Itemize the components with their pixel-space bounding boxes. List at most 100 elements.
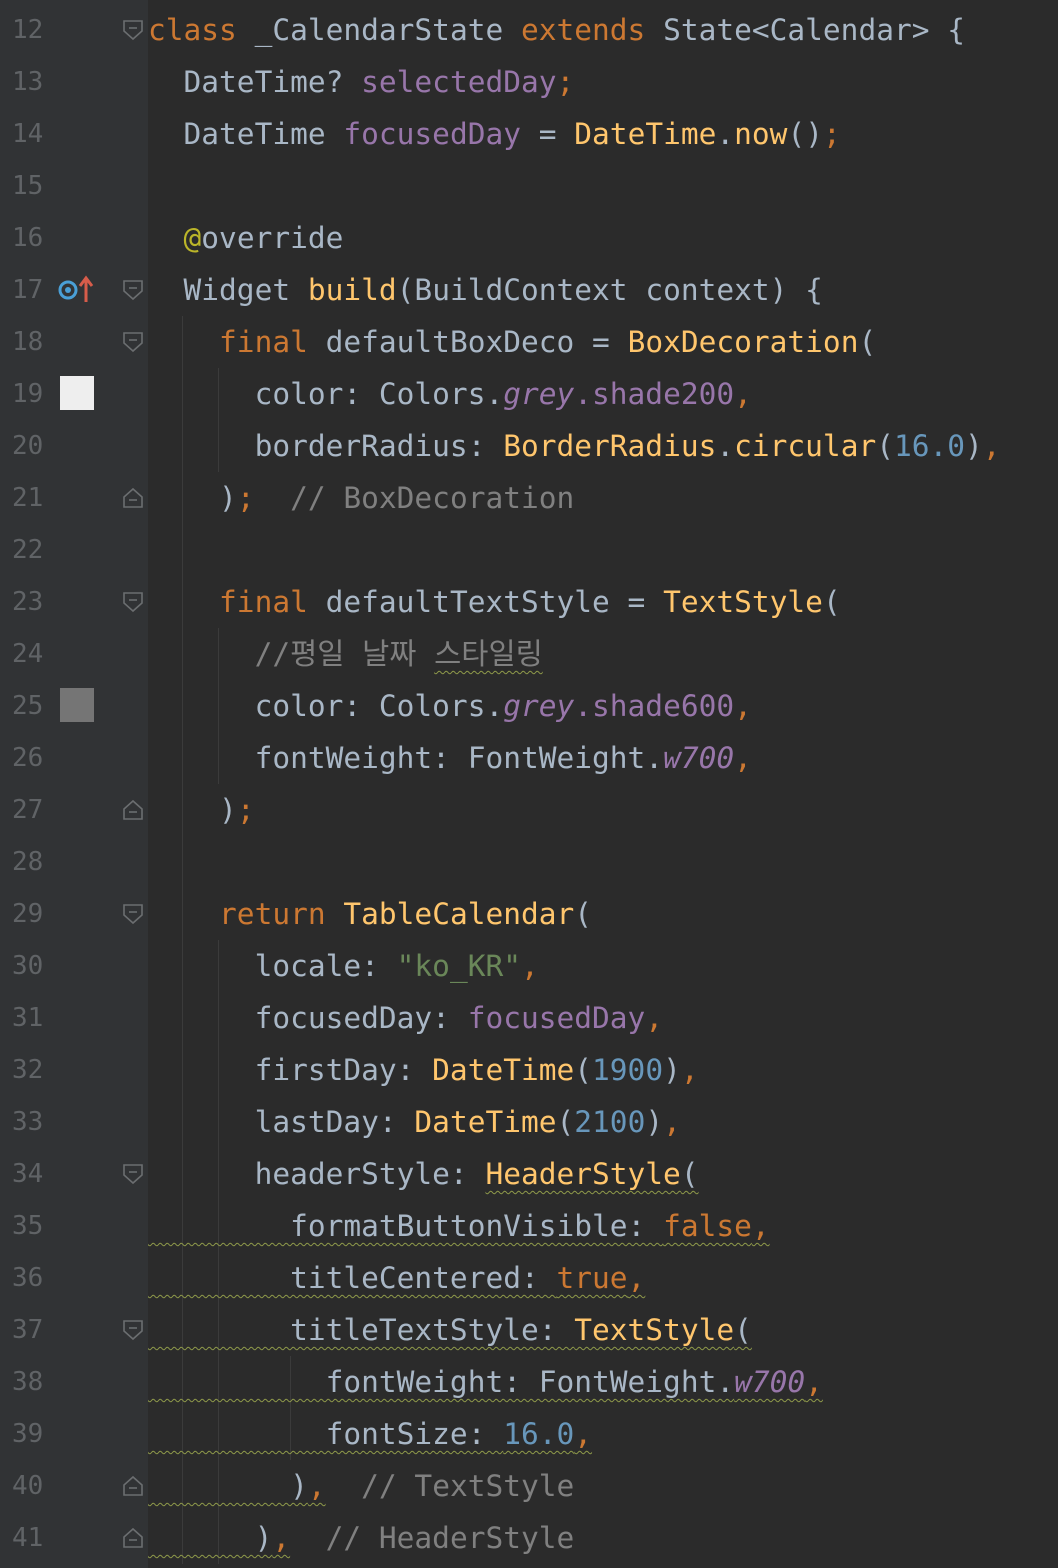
code-line[interactable]: 28 — [0, 836, 1058, 888]
code-line[interactable]: 29 return TableCalendar( — [0, 888, 1058, 940]
code-line[interactable]: 16 @override — [0, 212, 1058, 264]
code-line[interactable]: 32 firstDay: DateTime(1900), — [0, 1044, 1058, 1096]
code-line[interactable]: 17 Widget build(BuildContext context) { — [0, 264, 1058, 316]
code-line[interactable]: 14 DateTime focusedDay = DateTime.now(); — [0, 108, 1058, 160]
code-line[interactable]: 22 — [0, 524, 1058, 576]
fold-end-icon[interactable] — [122, 799, 144, 821]
fold-collapse-icon[interactable] — [122, 903, 144, 925]
line-number[interactable]: 24 — [12, 636, 52, 672]
line-number[interactable]: 18 — [12, 324, 52, 360]
code-line[interactable]: 41 ), // HeaderStyle — [0, 1512, 1058, 1564]
line-number[interactable]: 23 — [12, 584, 52, 620]
code-text[interactable]: titleTextStyle: TextStyle( — [148, 1311, 752, 1349]
code-text[interactable]: return TableCalendar( — [148, 895, 592, 933]
code-text[interactable]: locale: "ko_KR", — [148, 947, 539, 985]
fold-collapse-icon[interactable] — [122, 1319, 144, 1341]
code-text[interactable]: Widget build(BuildContext context) { — [148, 271, 823, 309]
code-line[interactable]: 31 focusedDay: focusedDay, — [0, 992, 1058, 1044]
code-text[interactable]: fontSize: 16.0, — [148, 1415, 592, 1453]
code-text[interactable]: fontWeight: FontWeight.w700, — [148, 1363, 823, 1401]
override-method-icon[interactable] — [56, 274, 96, 306]
code-line[interactable]: 35 formatButtonVisible: false, — [0, 1200, 1058, 1252]
line-number[interactable]: 31 — [12, 1000, 52, 1036]
code-text[interactable]: color: Colors.grey.shade200, — [148, 375, 752, 413]
code-text[interactable]: ), // HeaderStyle — [148, 1519, 575, 1557]
line-number[interactable]: 17 — [12, 272, 52, 308]
fold-collapse-icon[interactable] — [122, 279, 144, 301]
line-number[interactable]: 39 — [12, 1416, 52, 1452]
line-number[interactable]: 15 — [12, 168, 52, 204]
code-line[interactable]: 23 final defaultTextStyle = TextStyle( — [0, 576, 1058, 628]
line-number[interactable]: 41 — [12, 1520, 52, 1556]
code-line[interactable]: 34 headerStyle: HeaderStyle( — [0, 1148, 1058, 1200]
line-number[interactable]: 26 — [12, 740, 52, 776]
code-text[interactable]: @override — [148, 219, 344, 257]
code-line[interactable]: 18 final defaultBoxDeco = BoxDecoration( — [0, 316, 1058, 368]
code-line[interactable]: 40 ), // TextStyle — [0, 1460, 1058, 1512]
code-line[interactable]: 38 fontWeight: FontWeight.w700, — [0, 1356, 1058, 1408]
line-number[interactable]: 35 — [12, 1208, 52, 1244]
code-line[interactable]: 30 locale: "ko_KR", — [0, 940, 1058, 992]
code-line[interactable]: 19 color: Colors.grey.shade200, — [0, 368, 1058, 420]
code-text[interactable]: borderRadius: BorderRadius.circular(16.0… — [148, 427, 1001, 465]
line-number[interactable]: 33 — [12, 1104, 52, 1140]
code-line[interactable]: 33 lastDay: DateTime(2100), — [0, 1096, 1058, 1148]
line-number[interactable]: 32 — [12, 1052, 52, 1088]
code-text[interactable]: formatButtonVisible: false, — [148, 1207, 770, 1245]
line-number[interactable]: 29 — [12, 896, 52, 932]
line-number[interactable]: 21 — [12, 480, 52, 516]
grey-shade200-swatch[interactable] — [60, 376, 94, 410]
code-text[interactable]: ); // BoxDecoration — [148, 479, 574, 517]
line-number[interactable]: 22 — [12, 532, 52, 568]
code-line[interactable]: 21 ); // BoxDecoration — [0, 472, 1058, 524]
code-line[interactable]: 27 ); — [0, 784, 1058, 836]
code-text[interactable]: //평일 날짜 스타일링 — [148, 635, 543, 673]
code-editor[interactable]: 12 class _CalendarState extends State<Cal… — [0, 0, 1058, 1568]
code-line[interactable]: 39 fontSize: 16.0, — [0, 1408, 1058, 1460]
fold-end-icon[interactable] — [122, 487, 144, 509]
fold-collapse-icon[interactable] — [122, 1163, 144, 1185]
line-number[interactable]: 16 — [12, 220, 52, 256]
line-number[interactable]: 37 — [12, 1312, 52, 1348]
fold-end-icon[interactable] — [122, 1475, 144, 1497]
code-text[interactable]: final defaultBoxDeco = BoxDecoration( — [148, 323, 876, 361]
code-text[interactable]: ), // TextStyle — [148, 1467, 574, 1505]
line-number[interactable]: 12 — [12, 12, 52, 48]
code-text[interactable]: DateTime? selectedDay; — [148, 63, 575, 101]
fold-collapse-icon[interactable] — [122, 19, 144, 41]
grey-shade600-swatch[interactable] — [60, 688, 94, 722]
code-text[interactable]: titleCentered: true, — [148, 1259, 645, 1297]
line-number[interactable]: 27 — [12, 792, 52, 828]
code-line[interactable]: 20 borderRadius: BorderRadius.circular(1… — [0, 420, 1058, 472]
code-line[interactable]: 12 class _CalendarState extends State<Cal… — [0, 4, 1058, 56]
code-line[interactable]: 37 titleTextStyle: TextStyle( — [0, 1304, 1058, 1356]
line-number[interactable]: 28 — [12, 844, 52, 880]
line-number[interactable]: 20 — [12, 428, 52, 464]
code-text[interactable]: class _CalendarState extends State<Calen… — [148, 11, 965, 49]
line-number[interactable]: 13 — [12, 64, 52, 100]
code-text[interactable]: fontWeight: FontWeight.w700, — [148, 739, 752, 777]
line-number[interactable]: 14 — [12, 116, 52, 152]
code-line[interactable]: 13 DateTime? selectedDay; — [0, 56, 1058, 108]
code-text[interactable]: firstDay: DateTime(1900), — [148, 1051, 699, 1089]
line-number[interactable]: 40 — [12, 1468, 52, 1504]
fold-end-icon[interactable] — [122, 1527, 144, 1549]
line-number[interactable]: 36 — [12, 1260, 52, 1296]
code-line[interactable]: 15 — [0, 160, 1058, 212]
fold-collapse-icon[interactable] — [122, 591, 144, 613]
code-text[interactable]: focusedDay: focusedDay, — [148, 999, 664, 1037]
line-number[interactable]: 38 — [12, 1364, 52, 1400]
code-text[interactable]: lastDay: DateTime(2100), — [148, 1103, 681, 1141]
line-number[interactable]: 19 — [12, 376, 52, 412]
code-text[interactable]: color: Colors.grey.shade600, — [148, 687, 752, 725]
line-number[interactable]: 34 — [12, 1156, 52, 1192]
code-text[interactable]: ); — [148, 791, 255, 829]
code-line[interactable]: 24 //평일 날짜 스타일링 — [0, 628, 1058, 680]
code-text[interactable]: headerStyle: HeaderStyle( — [148, 1155, 699, 1193]
code-line[interactable]: 25 color: Colors.grey.shade600, — [0, 680, 1058, 732]
code-line[interactable]: 26 fontWeight: FontWeight.w700, — [0, 732, 1058, 784]
line-number[interactable]: 30 — [12, 948, 52, 984]
code-text[interactable]: final defaultTextStyle = TextStyle( — [148, 583, 841, 621]
code-text[interactable]: DateTime focusedDay = DateTime.now(); — [148, 115, 841, 153]
code-line[interactable]: 36 titleCentered: true, — [0, 1252, 1058, 1304]
